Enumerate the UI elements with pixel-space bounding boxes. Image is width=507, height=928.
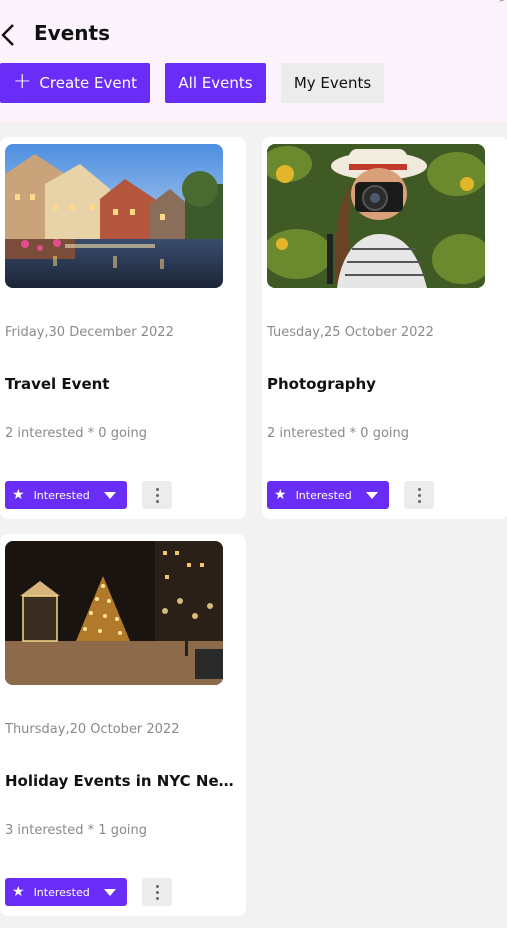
interested-button[interactable]: ★ Interested xyxy=(5,481,127,509)
event-stats: 2 interested * 0 going xyxy=(267,426,410,441)
interested-button[interactable]: ★ Interested xyxy=(267,481,389,509)
interested-label: Interested xyxy=(295,488,352,502)
christmas-tree-plaza-photo[interactable] xyxy=(5,541,223,685)
more-options-icon[interactable] xyxy=(142,878,172,906)
more-options-icon[interactable] xyxy=(404,481,434,509)
caret-down-icon xyxy=(365,491,378,499)
event-title[interactable]: Holiday Events in NYC New Y... xyxy=(5,772,241,790)
star-icon: ★ xyxy=(12,884,25,900)
caret-down-icon xyxy=(103,491,116,499)
event-card[interactable]: Thursday,20 October 2022 Holiday Events … xyxy=(0,534,246,916)
interested-label: Interested xyxy=(33,885,90,899)
interested-label: Interested xyxy=(33,488,90,502)
page-title: Events xyxy=(34,21,110,45)
event-date: Thursday,20 October 2022 xyxy=(5,722,180,737)
tab-my-events-label: My Events xyxy=(293,74,372,92)
more-options-icon[interactable] xyxy=(142,481,172,509)
search-icon[interactable]: ⌕ xyxy=(499,0,505,5)
canal-town-photo[interactable] xyxy=(5,144,223,288)
event-date: Friday,30 December 2022 xyxy=(5,325,174,340)
tab-all-events-label: All Events xyxy=(178,74,253,92)
app-header: Events ⌕ + Create Event All Events My Ev… xyxy=(0,0,507,122)
event-title[interactable]: Photography xyxy=(267,375,503,393)
chevron-left-icon[interactable] xyxy=(0,22,20,48)
event-card[interactable]: Tuesday,25 October 2022 Photography 2 in… xyxy=(262,137,507,519)
event-card[interactable]: Friday,30 December 2022 Travel Event 2 i… xyxy=(0,137,246,519)
photographer-photo[interactable] xyxy=(267,144,485,288)
create-event-label: Create Event xyxy=(39,74,138,92)
event-title[interactable]: Travel Event xyxy=(5,375,241,393)
star-icon: ★ xyxy=(274,487,287,503)
event-date: Tuesday,25 October 2022 xyxy=(267,325,434,340)
event-stats: 2 interested * 0 going xyxy=(5,426,148,441)
event-stats: 3 interested * 1 going xyxy=(5,823,148,838)
tab-my-events[interactable]: My Events xyxy=(281,63,384,103)
plus-icon: + xyxy=(12,69,32,94)
star-icon: ★ xyxy=(12,487,25,503)
interested-button[interactable]: ★ Interested xyxy=(5,878,127,906)
caret-down-icon xyxy=(103,888,116,896)
create-event-button[interactable]: + Create Event xyxy=(0,63,150,103)
tab-all-events[interactable]: All Events xyxy=(165,63,266,103)
